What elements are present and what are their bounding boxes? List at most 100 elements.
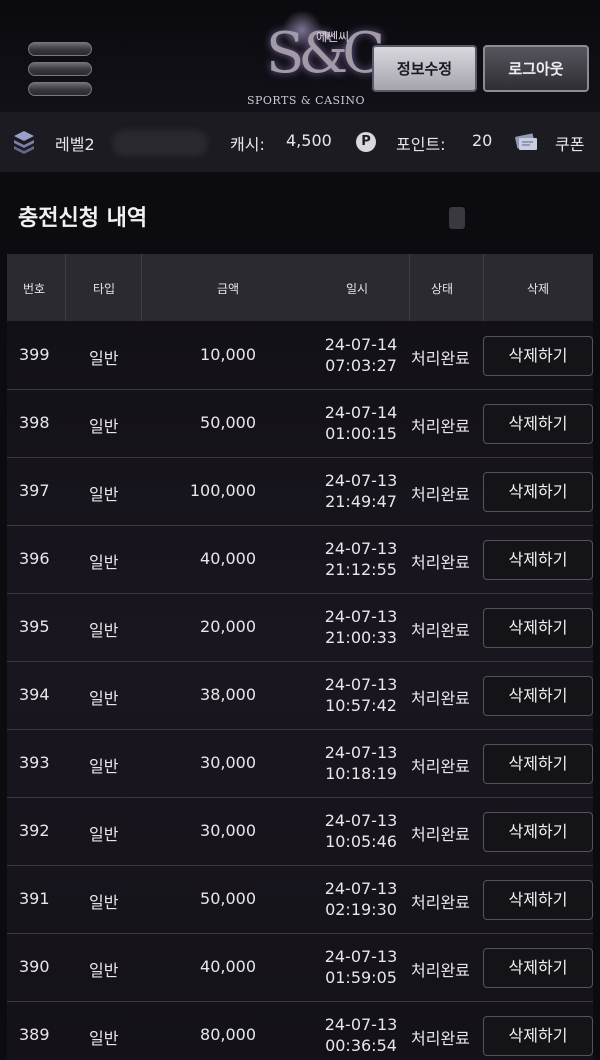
row-status: 처리완료	[411, 825, 470, 844]
row-status: 처리완료	[411, 757, 470, 776]
row-amount: 40,000	[200, 957, 256, 976]
row-date: 24-07-13	[324, 879, 398, 898]
header-status: 상태	[431, 282, 454, 296]
row-date: 24-07-13	[324, 743, 398, 762]
delete-button[interactable]: 삭제하기	[483, 404, 593, 444]
row-amount: 10,000	[200, 345, 256, 364]
row-time: 07:03:27	[325, 356, 397, 375]
row-number: 395	[19, 617, 50, 636]
header-divider	[483, 254, 484, 321]
header-divider	[65, 254, 66, 321]
delete-button[interactable]: 삭제하기	[483, 676, 593, 716]
row-status: 처리완료	[411, 485, 470, 504]
row-time: 21:49:47	[325, 492, 397, 511]
row-number: 389	[19, 1025, 50, 1044]
table-row: 396 일반 40,000 24-07-13 21:12:55 처리완료 삭제하기	[7, 526, 593, 594]
row-date: 24-07-13	[324, 947, 398, 966]
coupon-link[interactable]: 쿠폰	[555, 131, 584, 155]
row-amount: 38,000	[200, 685, 256, 704]
row-date: 24-07-14	[324, 335, 398, 354]
menu-bar	[28, 42, 92, 56]
menu-bar	[28, 82, 92, 96]
row-date: 24-07-13	[324, 1015, 398, 1034]
point-icon: P	[356, 132, 376, 152]
delete-button[interactable]: 삭제하기	[483, 948, 593, 988]
delete-button[interactable]: 삭제하기	[483, 744, 593, 784]
row-number: 399	[19, 345, 50, 364]
row-datetime: 24-07-13 21:49:47	[315, 470, 407, 512]
row-amount: 50,000	[200, 413, 256, 432]
row-status: 처리완료	[411, 689, 470, 708]
coupon-ticket-icon	[515, 133, 537, 150]
edit-profile-button[interactable]: 정보수정	[372, 45, 477, 92]
row-status: 처리완료	[411, 1029, 470, 1048]
header-type: 타입	[93, 282, 116, 296]
row-time: 02:19:30	[325, 900, 397, 919]
blurred-username	[112, 130, 208, 156]
row-number: 396	[19, 549, 50, 568]
row-datetime: 24-07-13 10:57:42	[315, 674, 407, 716]
deposit-history-table: 번호 타입 금액 일시 상태 삭제 399 일반 10,000 24-07-14 07:…	[7, 254, 593, 1060]
logout-button[interactable]: 로그아웃	[483, 45, 589, 92]
header-amount: 금액	[217, 282, 240, 296]
header: S&C 에쎈씨 SPORTS & CASINO 정보수정 로그아웃	[0, 0, 600, 112]
row-amount: 20,000	[200, 617, 256, 636]
delete-button[interactable]: 삭제하기	[483, 1016, 593, 1056]
row-type: 일반	[89, 553, 119, 572]
delete-button[interactable]: 삭제하기	[483, 880, 593, 920]
site-logo[interactable]: S&C 에쎈씨 SPORTS & CASINO	[236, 6, 385, 110]
row-datetime: 24-07-13 02:19:30	[315, 878, 407, 920]
row-type: 일반	[89, 485, 119, 504]
row-amount: 50,000	[200, 889, 256, 908]
table-row: 389 일반 80,000 24-07-13 00:36:54 처리완료 삭제하기	[7, 1002, 593, 1060]
row-number: 390	[19, 957, 50, 976]
title-decoration	[449, 207, 465, 229]
row-number: 394	[19, 685, 50, 704]
row-datetime: 24-07-13 01:59:05	[315, 946, 407, 988]
row-datetime: 24-07-14 07:03:27	[315, 334, 407, 376]
header-delete: 삭제	[527, 282, 550, 296]
row-datetime: 24-07-14 01:00:15	[315, 402, 407, 444]
row-time: 10:18:19	[325, 764, 397, 783]
delete-button[interactable]: 삭제하기	[483, 540, 593, 580]
row-number: 398	[19, 413, 50, 432]
row-amount: 40,000	[200, 549, 256, 568]
table-row: 399 일반 10,000 24-07-14 07:03:27 처리완료 삭제하기	[7, 322, 593, 390]
row-type: 일반	[89, 825, 119, 844]
row-time: 21:12:55	[325, 560, 397, 579]
row-amount: 100,000	[189, 481, 256, 500]
row-time: 01:59:05	[325, 968, 397, 987]
row-type: 일반	[89, 349, 119, 368]
table-row: 392 일반 30,000 24-07-13 10:05:46 처리완료 삭제하기	[7, 798, 593, 866]
row-status: 처리완료	[411, 621, 470, 640]
delete-button[interactable]: 삭제하기	[483, 812, 593, 852]
row-status: 처리완료	[411, 961, 470, 980]
delete-button[interactable]: 삭제하기	[483, 472, 593, 512]
logo-korean-text: 에쎈씨	[316, 30, 350, 44]
table-row: 391 일반 50,000 24-07-13 02:19:30 처리완료 삭제하기	[7, 866, 593, 934]
table-row: 393 일반 30,000 24-07-13 10:18:19 처리완료 삭제하기	[7, 730, 593, 798]
menu-hamburger-icon[interactable]	[28, 42, 92, 96]
row-date: 24-07-13	[324, 607, 398, 626]
row-type: 일반	[89, 1029, 119, 1048]
table-header: 번호 타입 금액 일시 상태 삭제	[7, 254, 593, 321]
level-label: 레벨2	[55, 135, 95, 154]
row-date: 24-07-14	[324, 403, 398, 422]
row-type: 일반	[89, 417, 119, 436]
row-status: 처리완료	[411, 417, 470, 436]
row-datetime: 24-07-13 00:36:54	[315, 1014, 407, 1056]
row-type: 일반	[89, 893, 119, 912]
row-amount: 80,000	[200, 1025, 256, 1044]
row-time: 00:36:54	[325, 1036, 397, 1055]
header-divider	[141, 254, 142, 321]
table-row: 395 일반 20,000 24-07-13 21:00:33 처리완료 삭제하기	[7, 594, 593, 662]
row-status: 처리완료	[411, 553, 470, 572]
delete-button[interactable]: 삭제하기	[483, 608, 593, 648]
table-row: 397 일반 100,000 24-07-13 21:49:47 처리완료 삭제하기	[7, 458, 593, 526]
row-amount: 30,000	[200, 821, 256, 840]
row-datetime: 24-07-13 21:12:55	[315, 538, 407, 580]
delete-button[interactable]: 삭제하기	[483, 336, 593, 376]
row-datetime: 24-07-13 21:00:33	[315, 606, 407, 648]
row-status: 처리완료	[411, 893, 470, 912]
menu-bar	[28, 62, 92, 76]
